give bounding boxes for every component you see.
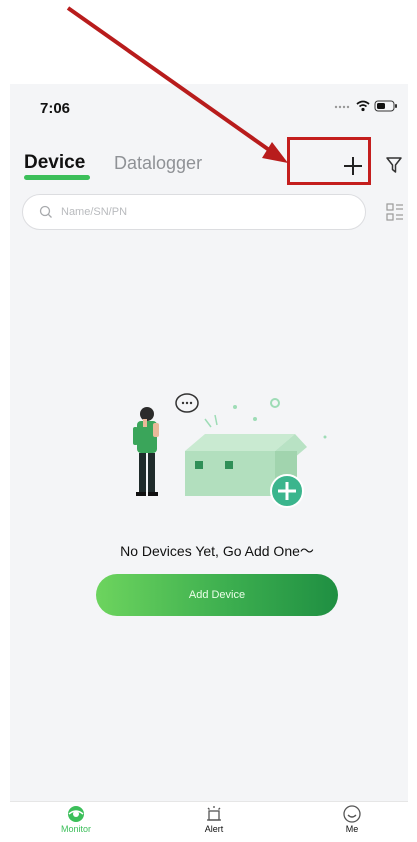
status-time: 7:06 xyxy=(40,100,71,117)
bottom-tab-bar: Monitor Alert Me xyxy=(10,801,408,842)
filter-button[interactable] xyxy=(382,152,406,178)
filter-icon xyxy=(386,157,402,173)
nav-item-monitor[interactable]: Monitor xyxy=(36,804,116,834)
nav-label-alert: Alert xyxy=(204,824,224,834)
empty-state-message: No Devices Yet, Go Add One～ xyxy=(120,543,314,559)
search-input[interactable] xyxy=(59,205,323,219)
signal-icon xyxy=(334,105,350,109)
status-bar: 7:06 xyxy=(10,84,408,126)
tab-datalogger[interactable]: Datalogger xyxy=(114,153,202,174)
phone-screen: 7:06 Device Datalogger Name/SN/PN No Dev… xyxy=(10,84,408,842)
highlight-box xyxy=(287,137,371,185)
list-grid-icon xyxy=(386,203,403,221)
alert-icon xyxy=(207,806,221,821)
add-device-button[interactable]: Add Device xyxy=(96,574,338,616)
status-icons xyxy=(334,100,398,112)
search-icon xyxy=(39,205,52,218)
nav-label-monitor: Monitor xyxy=(60,824,91,834)
me-icon xyxy=(343,805,361,823)
battery-icon xyxy=(374,100,397,112)
nav-item-me[interactable]: Me xyxy=(312,804,392,834)
tab-active-indicator xyxy=(24,175,90,180)
monitor-icon xyxy=(68,806,84,822)
empty-state-illustration xyxy=(133,393,327,508)
search-bar[interactable] xyxy=(22,194,366,230)
wifi-icon xyxy=(356,100,370,112)
nav-label-me: Me xyxy=(345,824,359,834)
nav-item-alert[interactable]: Alert xyxy=(174,804,254,834)
tab-device[interactable]: Device xyxy=(24,152,85,174)
view-toggle-button[interactable] xyxy=(385,201,405,223)
